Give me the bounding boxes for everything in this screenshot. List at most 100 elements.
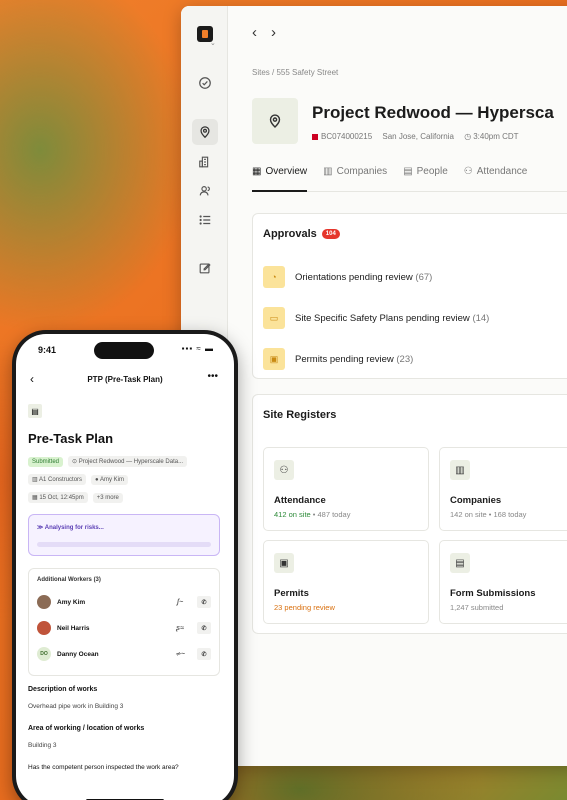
register-title: Form Submissions — [450, 588, 536, 599]
sparkle-icon: ≫ — [37, 525, 45, 531]
register-companies[interactable]: ▥ Companies 142 on site • 168 today — [439, 447, 567, 531]
phone-icon[interactable]: ✆ — [197, 622, 211, 634]
analysis-status: ≫ Analysing for risks... — [37, 524, 104, 531]
grid-icon: ▦ — [252, 166, 262, 177]
more-tags[interactable]: +3 more — [92, 492, 123, 503]
company-tag-label: A1 Constructors — [39, 477, 83, 483]
page-title: Project Redwood — Hypersca — [312, 103, 554, 122]
register-form-submissions[interactable]: ▤ Form Submissions 1,247 submitted — [439, 540, 567, 624]
register-permits[interactable]: ▣ Permits 23 pending review — [263, 540, 429, 624]
forward-button[interactable]: › — [271, 24, 290, 41]
status-time: 9:41 — [38, 345, 57, 355]
analysis-label: Analysing for risks... — [44, 525, 104, 531]
register-stat: 142 on site • 168 today — [450, 510, 526, 519]
tab-people[interactable]: ▤ People — [403, 166, 448, 191]
register-title: Permits — [274, 588, 309, 599]
phone-icon[interactable]: ✆ — [197, 648, 211, 660]
dynamic-island — [94, 342, 154, 359]
meta-row: Submitted ⊙ Project Redwood — Hyperscale… — [28, 456, 188, 467]
avatar: DO — [37, 647, 51, 661]
user-tag-label: Amy Kim — [100, 476, 125, 483]
meta-row: ▦ 15 Oct, 12:45pm +3 more — [28, 492, 123, 503]
main-content: ‹› Sites / 555 Safety Street Project Red… — [228, 6, 567, 766]
chevron-down-icon[interactable]: ⌄ — [210, 39, 216, 47]
register-rest: 142 on site • 168 today — [450, 510, 527, 519]
back-button[interactable]: ‹ — [252, 24, 271, 41]
progress-bar — [37, 542, 211, 547]
tab-label: People — [416, 166, 448, 177]
worker-row[interactable]: Amy Kim ʃ~ ✆ — [37, 593, 211, 611]
breadcrumb[interactable]: Sites / 555 Safety Street — [252, 68, 338, 77]
id-card-icon: ▤ — [403, 166, 413, 177]
approvals-title: Approvals 104 — [263, 228, 340, 240]
approval-count: (23) — [396, 353, 414, 365]
avatar — [37, 621, 51, 635]
project-tag[interactable]: ⊙ Project Redwood — Hyperscale Data... — [68, 456, 188, 467]
register-stat: 412 on site • 487 today — [274, 510, 350, 519]
tab-label: Companies — [336, 166, 388, 177]
check-circle-icon[interactable] — [192, 70, 218, 96]
area-label: Area of working / location of works — [28, 725, 145, 732]
question-text: Has the competent person inspected the w… — [28, 764, 179, 771]
user-tag[interactable]: ● Amy Kim — [91, 474, 129, 485]
approval-count: (14) — [472, 312, 490, 324]
avatar — [37, 595, 51, 609]
status-icons: ▪▪▪ ≈ ▬ — [181, 344, 214, 353]
orientation-icon: ◔ — [263, 266, 285, 288]
register-rest: 1,247 submitted — [450, 603, 504, 612]
register-highlight: 23 pending review — [274, 603, 335, 612]
people-icon[interactable] — [192, 178, 218, 204]
approval-item[interactable]: ▭ Site Specific Safety Plans pending rev… — [263, 307, 489, 329]
register-stat: 23 pending review — [274, 603, 335, 612]
tab-companies[interactable]: ▥ Companies — [323, 166, 387, 191]
edit-icon[interactable] — [192, 255, 218, 281]
desc-label: Description of works — [28, 686, 98, 693]
project-location: San Jose, California — [382, 132, 454, 141]
register-rest: • 487 today — [310, 510, 351, 519]
desktop-window: ⌄ ‹› Sites / 555 Safety Street Project R… — [181, 6, 567, 766]
permit-icon: ▣ — [274, 553, 294, 573]
history-nav: ‹› — [252, 24, 290, 41]
count-badge: 104 — [321, 229, 340, 240]
building-icon: ▥ — [323, 166, 333, 177]
register-attendance[interactable]: ⚇ Attendance 412 on site • 487 today — [263, 447, 429, 531]
building-icon: ▥ — [450, 460, 470, 480]
approval-item[interactable]: ▣ Permits pending review (23) — [263, 348, 413, 370]
tab-label: Overview — [265, 166, 308, 177]
project-time: 3:40pm CDT — [473, 132, 519, 141]
tab-label: Attendance — [476, 166, 528, 177]
more-button[interactable]: ••• — [207, 371, 218, 382]
tab-attendance[interactable]: ⚇ Attendance — [464, 166, 528, 191]
register-title: Attendance — [274, 495, 326, 506]
card-title-text: Approvals — [263, 228, 317, 240]
tab-overview[interactable]: ▦ Overview — [252, 166, 308, 192]
approvals-card: Approvals 104 ◔ Orientations pending revi… — [252, 213, 567, 379]
building-icon[interactable] — [192, 149, 218, 175]
date-tag: ▦ 15 Oct, 12:45pm — [28, 492, 88, 503]
site-registers-card: Site Registers ⚇ Attendance 412 on site … — [252, 394, 567, 634]
permit-icon: ▣ — [263, 348, 285, 370]
folder-icon: ▭ — [263, 307, 285, 329]
phone-frame: 9:41 ▪▪▪ ≈ ▬ ‹ PTP (Pre-Task Plan) ••• ▤… — [12, 330, 238, 800]
location-pin-icon: ⊙ — [72, 459, 79, 465]
approval-label: Orientations pending review — [295, 271, 413, 283]
approval-item[interactable]: ◔ Orientations pending review (67) — [263, 266, 432, 288]
phone-icon[interactable]: ✆ — [197, 596, 211, 608]
meta-row: ▥ A1 Constructors ● Amy Kim — [28, 474, 129, 485]
worker-row[interactable]: Neil Harris ʂ≈ ✆ — [37, 619, 211, 637]
worker-name: Amy Kim — [57, 598, 86, 606]
flag-icon — [312, 133, 318, 140]
signature-icon: ʂ≈ — [176, 624, 184, 632]
list-icon[interactable] — [192, 207, 218, 233]
company-tag[interactable]: ▥ A1 Constructors — [28, 474, 87, 485]
approval-count: (67) — [415, 271, 433, 283]
location-pin-icon — [252, 98, 298, 144]
worker-row[interactable]: DO Danny Ocean ≁~ ✆ — [37, 645, 211, 663]
register-highlight: 412 on site — [274, 510, 311, 519]
worker-name: Danny Ocean — [57, 650, 99, 658]
project-code: BC074000215 — [321, 132, 373, 141]
building-icon: ▥ — [32, 477, 40, 483]
project-meta: BC074000215 San Jose, California ◷ 3:40pm… — [312, 132, 527, 141]
location-pin-icon[interactable] — [192, 119, 218, 145]
risk-analysis-panel: ≫ Analysing for risks... — [28, 514, 220, 556]
